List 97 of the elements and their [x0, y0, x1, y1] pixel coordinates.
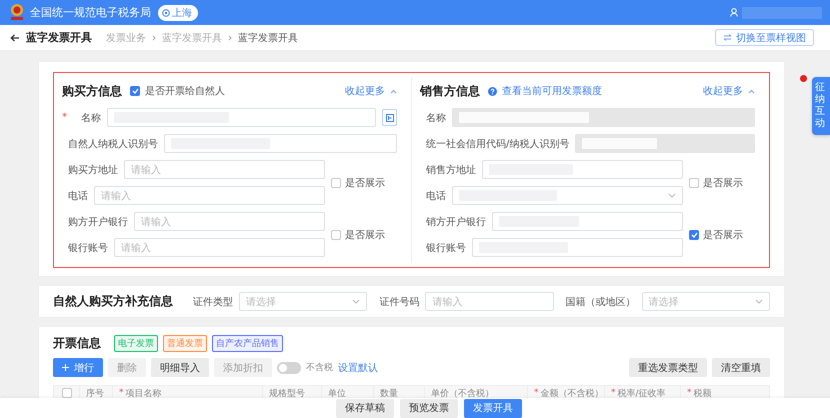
required-mark: * [687, 388, 692, 398]
column-header: 税额 [694, 388, 712, 400]
page-title: 蓝字发票开具 [26, 30, 92, 45]
column-header: 序号 [86, 388, 104, 400]
field-label: 销售方地址 [426, 164, 476, 176]
required-mark: * [611, 388, 616, 398]
help-icon[interactable] [488, 86, 497, 96]
field-label: 名称 [81, 112, 101, 124]
checkbox-label: 是否展示 [703, 228, 743, 242]
switch-label: 不含税 [306, 362, 333, 374]
checkbox[interactable] [130, 86, 140, 96]
input-field[interactable]: 请输入 [124, 160, 325, 179]
breadcrumb-item[interactable]: 发票业务 [106, 30, 146, 44]
location-icon [162, 8, 170, 16]
select-field[interactable]: 请选择 [642, 292, 770, 311]
back-arrow-icon[interactable] [10, 34, 20, 42]
swap-icon [723, 34, 732, 41]
field-label: 国籍（或地区） [566, 296, 636, 308]
footer-button[interactable]: 预览发票 [400, 398, 458, 418]
checkbox[interactable] [689, 178, 699, 188]
field-label: 电话 [68, 190, 88, 202]
column-header: 单价（不含税） [431, 388, 494, 400]
checkbox[interactable] [689, 230, 699, 240]
user-icon[interactable] [730, 8, 738, 17]
input-field[interactable]: 请输入 [114, 238, 325, 257]
column-header: 税率/征收率 [618, 388, 666, 400]
section-title: 自然人购买方补充信息 [53, 293, 173, 310]
checkbox-label: 是否展示 [345, 176, 385, 190]
set-default-link[interactable]: 设置默认 [338, 360, 378, 374]
checkbox[interactable] [331, 230, 341, 240]
lookup-button[interactable] [382, 109, 397, 126]
switch-view-button[interactable]: 切换至票样视图 [715, 29, 814, 46]
footer-button[interactable]: 保存草稿 [336, 398, 394, 418]
field-label: 自然人纳税人识别号 [68, 138, 158, 150]
select-field[interactable] [452, 186, 683, 205]
column-header: 单位 [328, 388, 346, 400]
toolbar-button[interactable]: 增行 [53, 358, 103, 377]
required-mark: * [534, 388, 538, 398]
region-selector[interactable]: 上海 [158, 4, 198, 20]
collapse-link[interactable]: 收起更多 [703, 84, 743, 98]
column-header: 规格型号 [269, 388, 305, 400]
input-field[interactable] [482, 160, 683, 179]
collapse-link[interactable]: 收起更多 [345, 84, 385, 98]
input-field[interactable]: 请输入 [425, 292, 554, 311]
tax-toggle-switch[interactable] [277, 362, 301, 374]
breadcrumb-item: 蓝字发票开具 [238, 32, 298, 44]
invoice-type-tag: 电子发票 [114, 335, 158, 352]
input-field[interactable]: 请输入 [134, 212, 325, 231]
chevron-right-icon [152, 34, 156, 40]
chevron-up-icon[interactable] [390, 88, 397, 94]
column-header: 项目名称 [126, 388, 162, 400]
checkbox-label: 是否展示 [703, 176, 743, 190]
caret-icon [754, 299, 763, 304]
plus-icon [62, 364, 69, 371]
checkbox-label: 是否展示 [345, 228, 385, 242]
caret-icon [352, 299, 360, 304]
toolbar-button[interactable]: 明细导入 [151, 358, 209, 377]
section-title: 购买方信息 [62, 82, 122, 100]
field-label: 销方开户银行 [426, 216, 486, 228]
caret-icon [668, 193, 676, 198]
field-label: 证件号码 [379, 296, 420, 308]
card-icon [386, 114, 394, 122]
field-label: 银行账号 [426, 242, 466, 254]
select-field[interactable]: 请选择 [239, 292, 368, 311]
field-label: 证件类型 [193, 296, 233, 308]
input-field[interactable] [164, 134, 397, 153]
field-label: 电话 [426, 190, 446, 202]
field-label: 购买方地址 [68, 164, 118, 176]
column-header: 金额（不含税） [540, 388, 604, 400]
column-header: 数量 [380, 388, 398, 400]
emblem-icon [8, 3, 26, 22]
field-label: 名称 [426, 112, 446, 124]
invoice-type-tag: 普通发票 [163, 335, 207, 352]
field-label: 购方开户银行 [68, 216, 128, 228]
action-button[interactable]: 清空重填 [712, 358, 770, 377]
site-title: 全国统一规范电子税务局 [30, 5, 151, 20]
field-label: 银行账号 [68, 242, 108, 254]
invoice-type-tag: 自产农产品销售 [212, 335, 283, 352]
chevron-right-icon [228, 34, 232, 40]
input-field[interactable] [492, 212, 683, 231]
action-button[interactable]: 重选发票类型 [629, 358, 707, 377]
select-all-checkbox[interactable] [62, 388, 72, 398]
quota-link[interactable]: 查看当前可用发票额度 [502, 84, 602, 98]
required-mark: * [119, 388, 124, 398]
breadcrumb-item[interactable]: 蓝字发票开具 [162, 30, 222, 44]
field-label: 统一社会信用代码/纳税人识别号 [426, 138, 570, 150]
checkbox-label: 是否开票给自然人 [145, 85, 225, 98]
input-field[interactable] [107, 108, 376, 127]
chevron-up-icon[interactable] [748, 88, 755, 94]
input-field[interactable]: 请输入 [94, 186, 325, 205]
section-title: 开票信息 [53, 335, 101, 352]
section-title: 销售方信息 [420, 82, 480, 100]
required-mark: * [62, 112, 67, 123]
input-field[interactable] [472, 238, 683, 257]
footer-button[interactable]: 发票开具 [464, 398, 522, 418]
checkbox[interactable] [331, 178, 341, 188]
interaction-tab[interactable]: 征纳互动 [812, 77, 830, 135]
